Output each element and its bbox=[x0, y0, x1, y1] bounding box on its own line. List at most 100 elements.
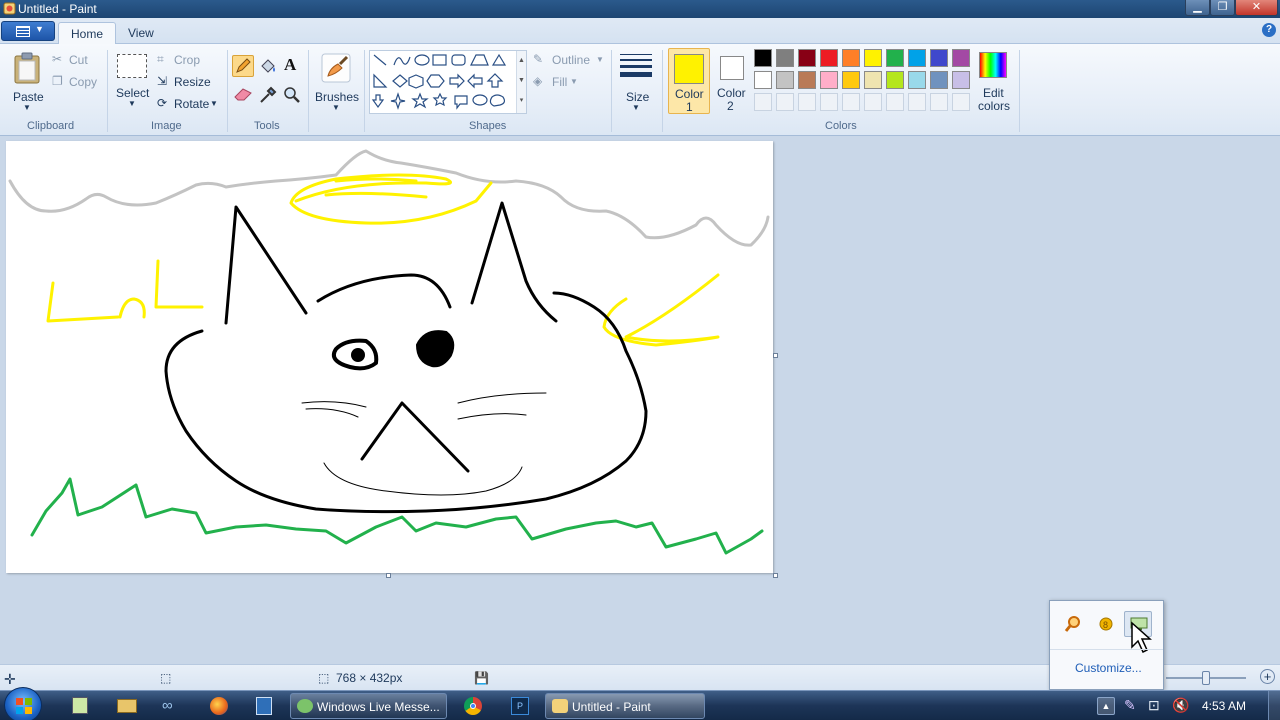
chevron-down-icon: ▼ bbox=[128, 99, 136, 108]
app-icon bbox=[256, 697, 272, 715]
divider bbox=[1019, 50, 1020, 132]
palette-empty-swatch[interactable] bbox=[776, 93, 794, 111]
customize-link[interactable]: Customize... bbox=[1075, 661, 1142, 675]
minimize-button[interactable]: ▁ bbox=[1185, 0, 1210, 16]
palette-swatch[interactable] bbox=[908, 49, 926, 67]
maximize-button[interactable]: ❐ bbox=[1210, 0, 1235, 16]
color1-button[interactable]: Color 1 bbox=[668, 48, 710, 114]
text-tool[interactable]: A bbox=[281, 55, 303, 77]
palette-empty-swatch[interactable] bbox=[842, 93, 860, 111]
palette-swatch[interactable] bbox=[754, 49, 772, 67]
shapes-scrollbar[interactable]: ▲ ▼ ▾ bbox=[516, 51, 526, 113]
pen-tray-icon[interactable]: ✎ bbox=[1124, 697, 1136, 714]
eraser-tool[interactable] bbox=[232, 84, 254, 106]
tab-home[interactable]: Home bbox=[58, 22, 117, 45]
show-desktop-button[interactable] bbox=[1268, 691, 1280, 720]
start-button[interactable] bbox=[4, 687, 42, 720]
close-button[interactable]: ✕ bbox=[1235, 0, 1278, 16]
palette-swatch[interactable] bbox=[798, 49, 816, 67]
color2-label-line2: 2 bbox=[727, 99, 734, 113]
shapes-gallery[interactable]: ▲ ▼ ▾ bbox=[369, 50, 527, 114]
taskbar-pin-explorer[interactable] bbox=[115, 695, 139, 717]
paint-menu-button[interactable]: ▼ bbox=[1, 21, 55, 41]
copy-button[interactable]: ❐ Copy bbox=[52, 74, 102, 92]
cut-button[interactable]: ✂ Cut bbox=[52, 52, 102, 70]
window-title: Untitled - Paint bbox=[18, 2, 97, 16]
taskbar-item-messenger[interactable]: Windows Live Messe... bbox=[290, 693, 447, 719]
fill-icon: ◈ bbox=[533, 74, 543, 88]
brushes-label: Brushes bbox=[315, 90, 360, 104]
resize-handle-corner[interactable] bbox=[773, 573, 778, 578]
zoom-in-button[interactable]: + bbox=[1260, 669, 1275, 684]
palette-empty-swatch[interactable] bbox=[864, 93, 882, 111]
taskbar-pin-notepad[interactable] bbox=[68, 695, 92, 717]
palette-swatch[interactable] bbox=[776, 49, 794, 67]
help-icon[interactable]: ? bbox=[1262, 23, 1276, 37]
chevron-down-icon: ▼ bbox=[596, 55, 604, 64]
paste-button[interactable]: Paste ▼ bbox=[8, 48, 46, 118]
resize-icon: ⇲ bbox=[157, 74, 168, 88]
palette-swatch[interactable] bbox=[930, 71, 948, 89]
outline-button[interactable]: ✎ Outline ▼ bbox=[533, 52, 605, 70]
palette-swatch[interactable] bbox=[864, 71, 882, 89]
palette-swatch[interactable] bbox=[842, 71, 860, 89]
paint-app-icon bbox=[3, 2, 16, 15]
palette-empty-swatch[interactable] bbox=[798, 93, 816, 111]
group-label-tools: Tools bbox=[254, 120, 280, 132]
taskbar-pin-app[interactable] bbox=[252, 695, 276, 717]
palette-swatch[interactable] bbox=[952, 71, 970, 89]
palette-swatch[interactable] bbox=[886, 71, 904, 89]
tray-overflow-button[interactable]: ▲ bbox=[1097, 697, 1115, 715]
edit-colors-button[interactable]: Edit colors bbox=[974, 48, 1014, 114]
magnifier-tray-icon[interactable] bbox=[1064, 615, 1082, 633]
palette-swatch[interactable] bbox=[820, 49, 838, 67]
palette-empty-swatch[interactable] bbox=[820, 93, 838, 111]
drawing-canvas[interactable] bbox=[6, 141, 773, 573]
zoom-slider-thumb[interactable] bbox=[1202, 671, 1210, 685]
select-button[interactable]: Select ▼ bbox=[113, 50, 149, 118]
taskbar-pin-chrome[interactable] bbox=[461, 695, 485, 717]
palette-swatch[interactable] bbox=[864, 49, 882, 67]
taskbar-pin-firefox[interactable] bbox=[207, 695, 231, 717]
color2-button[interactable]: Color 2 bbox=[713, 48, 751, 114]
palette-empty-swatch[interactable] bbox=[952, 93, 970, 111]
palette-swatch[interactable] bbox=[798, 71, 816, 89]
palette-swatch[interactable] bbox=[886, 49, 904, 67]
magnifier-tool[interactable] bbox=[281, 84, 303, 106]
pencil-tool[interactable] bbox=[232, 55, 254, 77]
taskbar-item-paint[interactable]: Untitled - Paint bbox=[545, 693, 705, 719]
palette-swatch[interactable] bbox=[820, 71, 838, 89]
magnifier-icon bbox=[284, 87, 300, 103]
resize-button[interactable]: ⇲ Resize bbox=[157, 74, 217, 92]
palette-swatch[interactable] bbox=[776, 71, 794, 89]
volume-muted-icon[interactable]: 🔇 bbox=[1172, 697, 1189, 714]
crop-button[interactable]: ⌗ Crop bbox=[157, 52, 217, 70]
color-picker-tool[interactable] bbox=[257, 84, 279, 106]
palette-swatch[interactable] bbox=[952, 49, 970, 67]
taskbar-pin-photoshop[interactable]: P bbox=[508, 695, 532, 717]
palette-swatch[interactable] bbox=[908, 71, 926, 89]
security-tray-icon[interactable]: 8 bbox=[1098, 615, 1114, 633]
zoom-slider[interactable] bbox=[1166, 671, 1246, 685]
edit-colors-label-line2: colors bbox=[978, 99, 1011, 113]
palette-empty-swatch[interactable] bbox=[930, 93, 948, 111]
palette-empty-swatch[interactable] bbox=[754, 93, 772, 111]
brushes-button[interactable]: Brushes ▼ bbox=[312, 48, 360, 118]
network-status-icon[interactable]: ⊡ bbox=[1148, 697, 1160, 714]
rotate-button[interactable]: ⟳ Rotate ▼ bbox=[157, 96, 221, 114]
taskbar-pin-messenger-app[interactable]: ∞ bbox=[160, 695, 184, 717]
fill-button[interactable]: ◈ Fill ▼ bbox=[533, 74, 593, 92]
size-button[interactable]: Size ▼ bbox=[616, 48, 656, 118]
palette-swatch[interactable] bbox=[842, 49, 860, 67]
resize-handle-bottom[interactable] bbox=[386, 573, 391, 578]
fill-tool[interactable] bbox=[257, 55, 279, 77]
palette-swatch[interactable] bbox=[754, 71, 772, 89]
palette-swatch[interactable] bbox=[930, 49, 948, 67]
eraser-icon bbox=[234, 88, 252, 101]
palette-empty-swatch[interactable] bbox=[886, 93, 904, 111]
tab-view[interactable]: View bbox=[116, 22, 166, 45]
clock[interactable]: 4:53 AM bbox=[1202, 699, 1246, 713]
palette-empty-swatch[interactable] bbox=[908, 93, 926, 111]
resize-handle-right[interactable] bbox=[773, 353, 778, 358]
paint-bucket-icon bbox=[261, 59, 275, 73]
